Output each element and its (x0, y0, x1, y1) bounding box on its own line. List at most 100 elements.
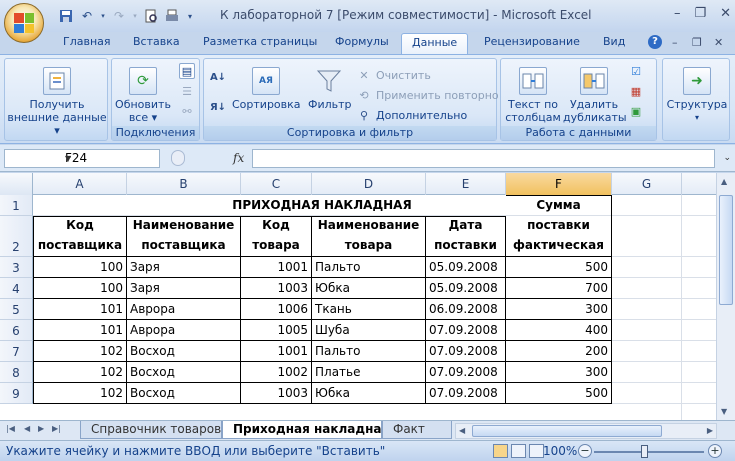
insert-function-icon[interactable]: fx (233, 151, 244, 165)
undo-icon[interactable]: ↶ (79, 8, 95, 24)
zoom-slider-track[interactable] (594, 451, 704, 453)
header-cell[interactable]: Код поставщика (33, 216, 127, 257)
sheet-tab-fact[interactable]: Факт (382, 421, 452, 439)
scroll-right-icon[interactable]: ▶ (707, 426, 713, 435)
print-icon[interactable] (164, 8, 180, 24)
get-external-data-button[interactable]: Получить внешние данные ▾ (7, 67, 107, 137)
page-break-view-icon[interactable] (529, 444, 544, 458)
ribbon-minimize-icon[interactable]: – (672, 36, 678, 49)
tab-review[interactable]: Рецензирование (484, 35, 580, 54)
remove-duplicates-button[interactable]: Удалить дубликаты (563, 67, 627, 124)
close-icon[interactable]: ✕ (720, 6, 731, 21)
vertical-scroll-thumb[interactable] (719, 195, 733, 305)
table-cell[interactable]: 1002 (241, 362, 312, 383)
table-cell[interactable]: Заря (127, 278, 241, 299)
column-header-g[interactable]: G (612, 173, 682, 195)
sheet-tab-receipt[interactable]: Приходная накладная (222, 421, 382, 439)
minimize-icon[interactable]: – (674, 6, 681, 21)
office-button[interactable] (4, 3, 44, 43)
tab-formulas[interactable]: Формулы (335, 35, 389, 54)
row-header-2[interactable]: 2 (0, 216, 33, 257)
name-box-dropdown-icon[interactable]: ▼ (65, 150, 155, 167)
restore-icon[interactable]: ❐ (694, 6, 706, 21)
scroll-down-icon[interactable]: ▼ (721, 407, 727, 416)
scroll-left-icon[interactable]: ◀ (459, 426, 465, 435)
row-header-9[interactable]: 9 (0, 383, 33, 404)
table-cell[interactable]: 07.09.2008 (426, 320, 506, 341)
customize-qat-icon[interactable]: ▾ (185, 8, 195, 24)
normal-view-icon[interactable] (493, 444, 508, 458)
table-cell[interactable]: 102 (33, 362, 127, 383)
prev-sheet-icon[interactable]: ◀ (24, 424, 30, 433)
print-preview-icon[interactable] (143, 8, 159, 24)
sort-descending-icon[interactable]: Я↓ (210, 99, 226, 115)
table-cell[interactable]: Заря (127, 257, 241, 278)
table-cell[interactable]: Восход (127, 362, 241, 383)
zoom-in-button[interactable]: + (708, 444, 722, 458)
column-header-f[interactable]: F (506, 173, 612, 195)
tab-insert[interactable]: Вставка (133, 35, 180, 54)
redo-icon[interactable]: ↷ (111, 8, 127, 24)
zoom-out-button[interactable]: − (578, 444, 592, 458)
table-cell[interactable]: 700 (506, 278, 612, 299)
undo-dropdown-icon[interactable]: ▾ (100, 8, 106, 24)
table-cell[interactable]: 1001 (241, 341, 312, 362)
data-validation-icon[interactable]: ☑ (628, 63, 644, 79)
table-cell[interactable]: 102 (33, 341, 127, 362)
tab-data[interactable]: Данные (401, 33, 469, 54)
table-cell[interactable]: 1006 (241, 299, 312, 320)
worksheet-grid[interactable]: A B C D E F G 123456789 ПРИХОДНАЯ НАКЛАД… (0, 173, 735, 420)
horizontal-scroll-thumb[interactable] (472, 425, 662, 437)
table-cell[interactable]: Пальто (312, 257, 426, 278)
name-box[interactable]: F24 ▼ (4, 149, 160, 168)
header-cell[interactable]: Наименование поставщика (127, 216, 241, 257)
sheet-tab-products[interactable]: Справочник товаров (80, 421, 222, 439)
refresh-all-button[interactable]: ⟳ Обновить все ▾ (114, 67, 172, 124)
table-cell[interactable]: 100 (33, 257, 127, 278)
workbook-restore-icon[interactable]: ❐ (692, 36, 702, 49)
table-cell[interactable]: Аврора (127, 320, 241, 341)
table-cell[interactable]: 07.09.2008 (426, 362, 506, 383)
outline-button[interactable]: ➜ Структура ▾ (665, 67, 729, 124)
formula-input[interactable] (252, 149, 715, 168)
table-cell[interactable]: 101 (33, 320, 127, 341)
header-cell[interactable]: Код товара (241, 216, 312, 257)
header-cell[interactable]: Сумма поставки фактическая (506, 195, 612, 257)
scroll-up-icon[interactable]: ▲ (721, 177, 727, 186)
tab-view[interactable]: Вид (603, 35, 625, 54)
horizontal-scrollbar[interactable]: ◀ ▶ (455, 423, 717, 439)
table-cell[interactable]: 1005 (241, 320, 312, 341)
formula-bar-grip-icon[interactable] (171, 150, 185, 166)
what-if-analysis-icon[interactable]: ▣ (628, 103, 644, 119)
workbook-close-icon[interactable]: ✕ (714, 36, 723, 49)
header-cell[interactable]: Дата поставки (426, 216, 506, 257)
advanced-filter-button[interactable]: ⚲ Дополнительно (356, 107, 467, 123)
table-cell[interactable]: 200 (506, 341, 612, 362)
tab-page-layout[interactable]: Разметка страницы (203, 35, 317, 54)
save-icon[interactable] (58, 8, 74, 24)
tab-home[interactable]: Главная (63, 35, 111, 54)
clear-filter-button[interactable]: ✕ Очистить (356, 67, 430, 83)
connections-icon[interactable]: ▤ (179, 63, 195, 79)
zoom-slider-thumb[interactable] (641, 445, 648, 458)
column-header-b[interactable]: B (127, 173, 241, 195)
filter-button[interactable]: Фильтр (308, 67, 352, 111)
row-header-8[interactable]: 8 (0, 362, 33, 383)
row-header-1[interactable]: 1 (0, 195, 33, 216)
table-cell[interactable]: 101 (33, 299, 127, 320)
expand-formula-bar-icon[interactable]: ⌄ (723, 153, 731, 163)
row-header-5[interactable]: 5 (0, 299, 33, 320)
table-cell[interactable]: 05.09.2008 (426, 257, 506, 278)
table-cell[interactable]: 300 (506, 362, 612, 383)
table-cell[interactable]: 06.09.2008 (426, 299, 506, 320)
table-cell[interactable]: 500 (506, 383, 612, 404)
next-sheet-icon[interactable]: ▶ (38, 424, 44, 433)
row-header-3[interactable]: 3 (0, 257, 33, 278)
row-header-7[interactable]: 7 (0, 341, 33, 362)
table-cell[interactable]: 102 (33, 383, 127, 404)
table-cell[interactable]: Платье (312, 362, 426, 383)
edit-links-icon[interactable]: ⚯ (179, 103, 195, 119)
table-cell[interactable]: 100 (33, 278, 127, 299)
zoom-level[interactable]: 100% (543, 444, 577, 458)
table-cell[interactable]: 400 (506, 320, 612, 341)
